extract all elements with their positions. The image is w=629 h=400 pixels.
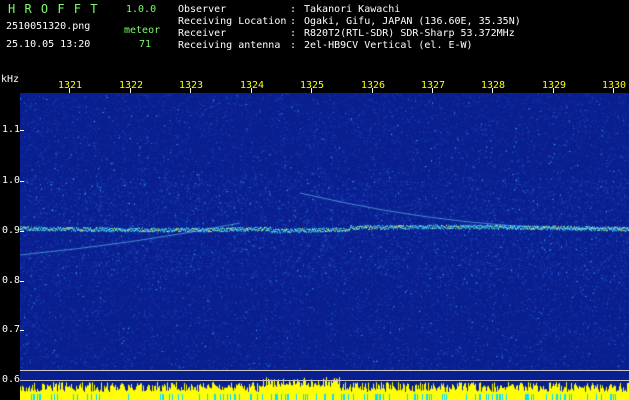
x-tick-label: 1328 xyxy=(481,80,506,91)
info-label-antenna: Receiving antenna xyxy=(178,40,281,51)
info-value-receiver: R820T2(RTL-SDR) SDR-Sharp 53.372MHz xyxy=(304,28,515,39)
x-tick-label: 1330 xyxy=(602,80,627,91)
file-name: 2510051320.png xyxy=(6,21,91,32)
spectrogram-canvas xyxy=(20,93,629,400)
y-tick-label: 0.6 xyxy=(2,374,21,385)
meteor-count: 71 xyxy=(139,39,152,50)
x-tick-label: 1322 xyxy=(119,80,144,91)
x-tick-label: 1327 xyxy=(421,80,446,91)
y-tick-mark xyxy=(20,231,24,232)
info-value-location: Ogaki, Gifu, JAPAN (136.60E, 35.35N) xyxy=(304,16,521,27)
y-tick-label: 0.9 xyxy=(2,225,21,236)
x-tick-label: 1324 xyxy=(240,80,265,91)
x-tick-label: 1326 xyxy=(361,80,386,91)
x-tick-label: 1329 xyxy=(542,80,567,91)
y-tick-label: 1.1 xyxy=(2,124,21,135)
info-sep: : xyxy=(290,40,297,51)
info-sep: : xyxy=(290,28,297,39)
info-value-observer: Takanori Kawachi xyxy=(304,4,401,15)
spectrogram xyxy=(20,93,629,400)
capture-datetime: 25.10.05 13:20 xyxy=(6,39,91,50)
y-tick-label: 0.8 xyxy=(2,275,21,286)
x-tick-label: 1323 xyxy=(179,80,204,91)
meteor-label: meteor xyxy=(124,25,161,36)
reference-line xyxy=(20,380,629,381)
info-label-receiver: Receiver xyxy=(178,28,227,39)
app-version: 1.0.0 xyxy=(126,4,157,15)
info-label-observer: Observer xyxy=(178,4,227,15)
y-tick-label: 1.0 xyxy=(2,175,21,186)
y-tick-mark xyxy=(20,330,24,331)
y-tick-mark xyxy=(20,281,24,282)
y-tick-label: 0.7 xyxy=(2,324,21,335)
reference-line xyxy=(20,370,629,371)
app-name: H R O F F T xyxy=(8,2,99,16)
info-value-antenna: 2el-HB9CV Vertical (el. E-W) xyxy=(304,40,473,51)
info-sep: : xyxy=(290,16,297,27)
info-sep: : xyxy=(290,4,297,15)
info-label-location: Receiving Location xyxy=(178,16,287,27)
x-tick-label: 1321 xyxy=(58,80,83,91)
y-tick-mark xyxy=(20,181,24,182)
y-axis-unit: kHz xyxy=(1,74,20,85)
x-tick-label: 1325 xyxy=(300,80,325,91)
y-tick-mark xyxy=(20,130,24,131)
